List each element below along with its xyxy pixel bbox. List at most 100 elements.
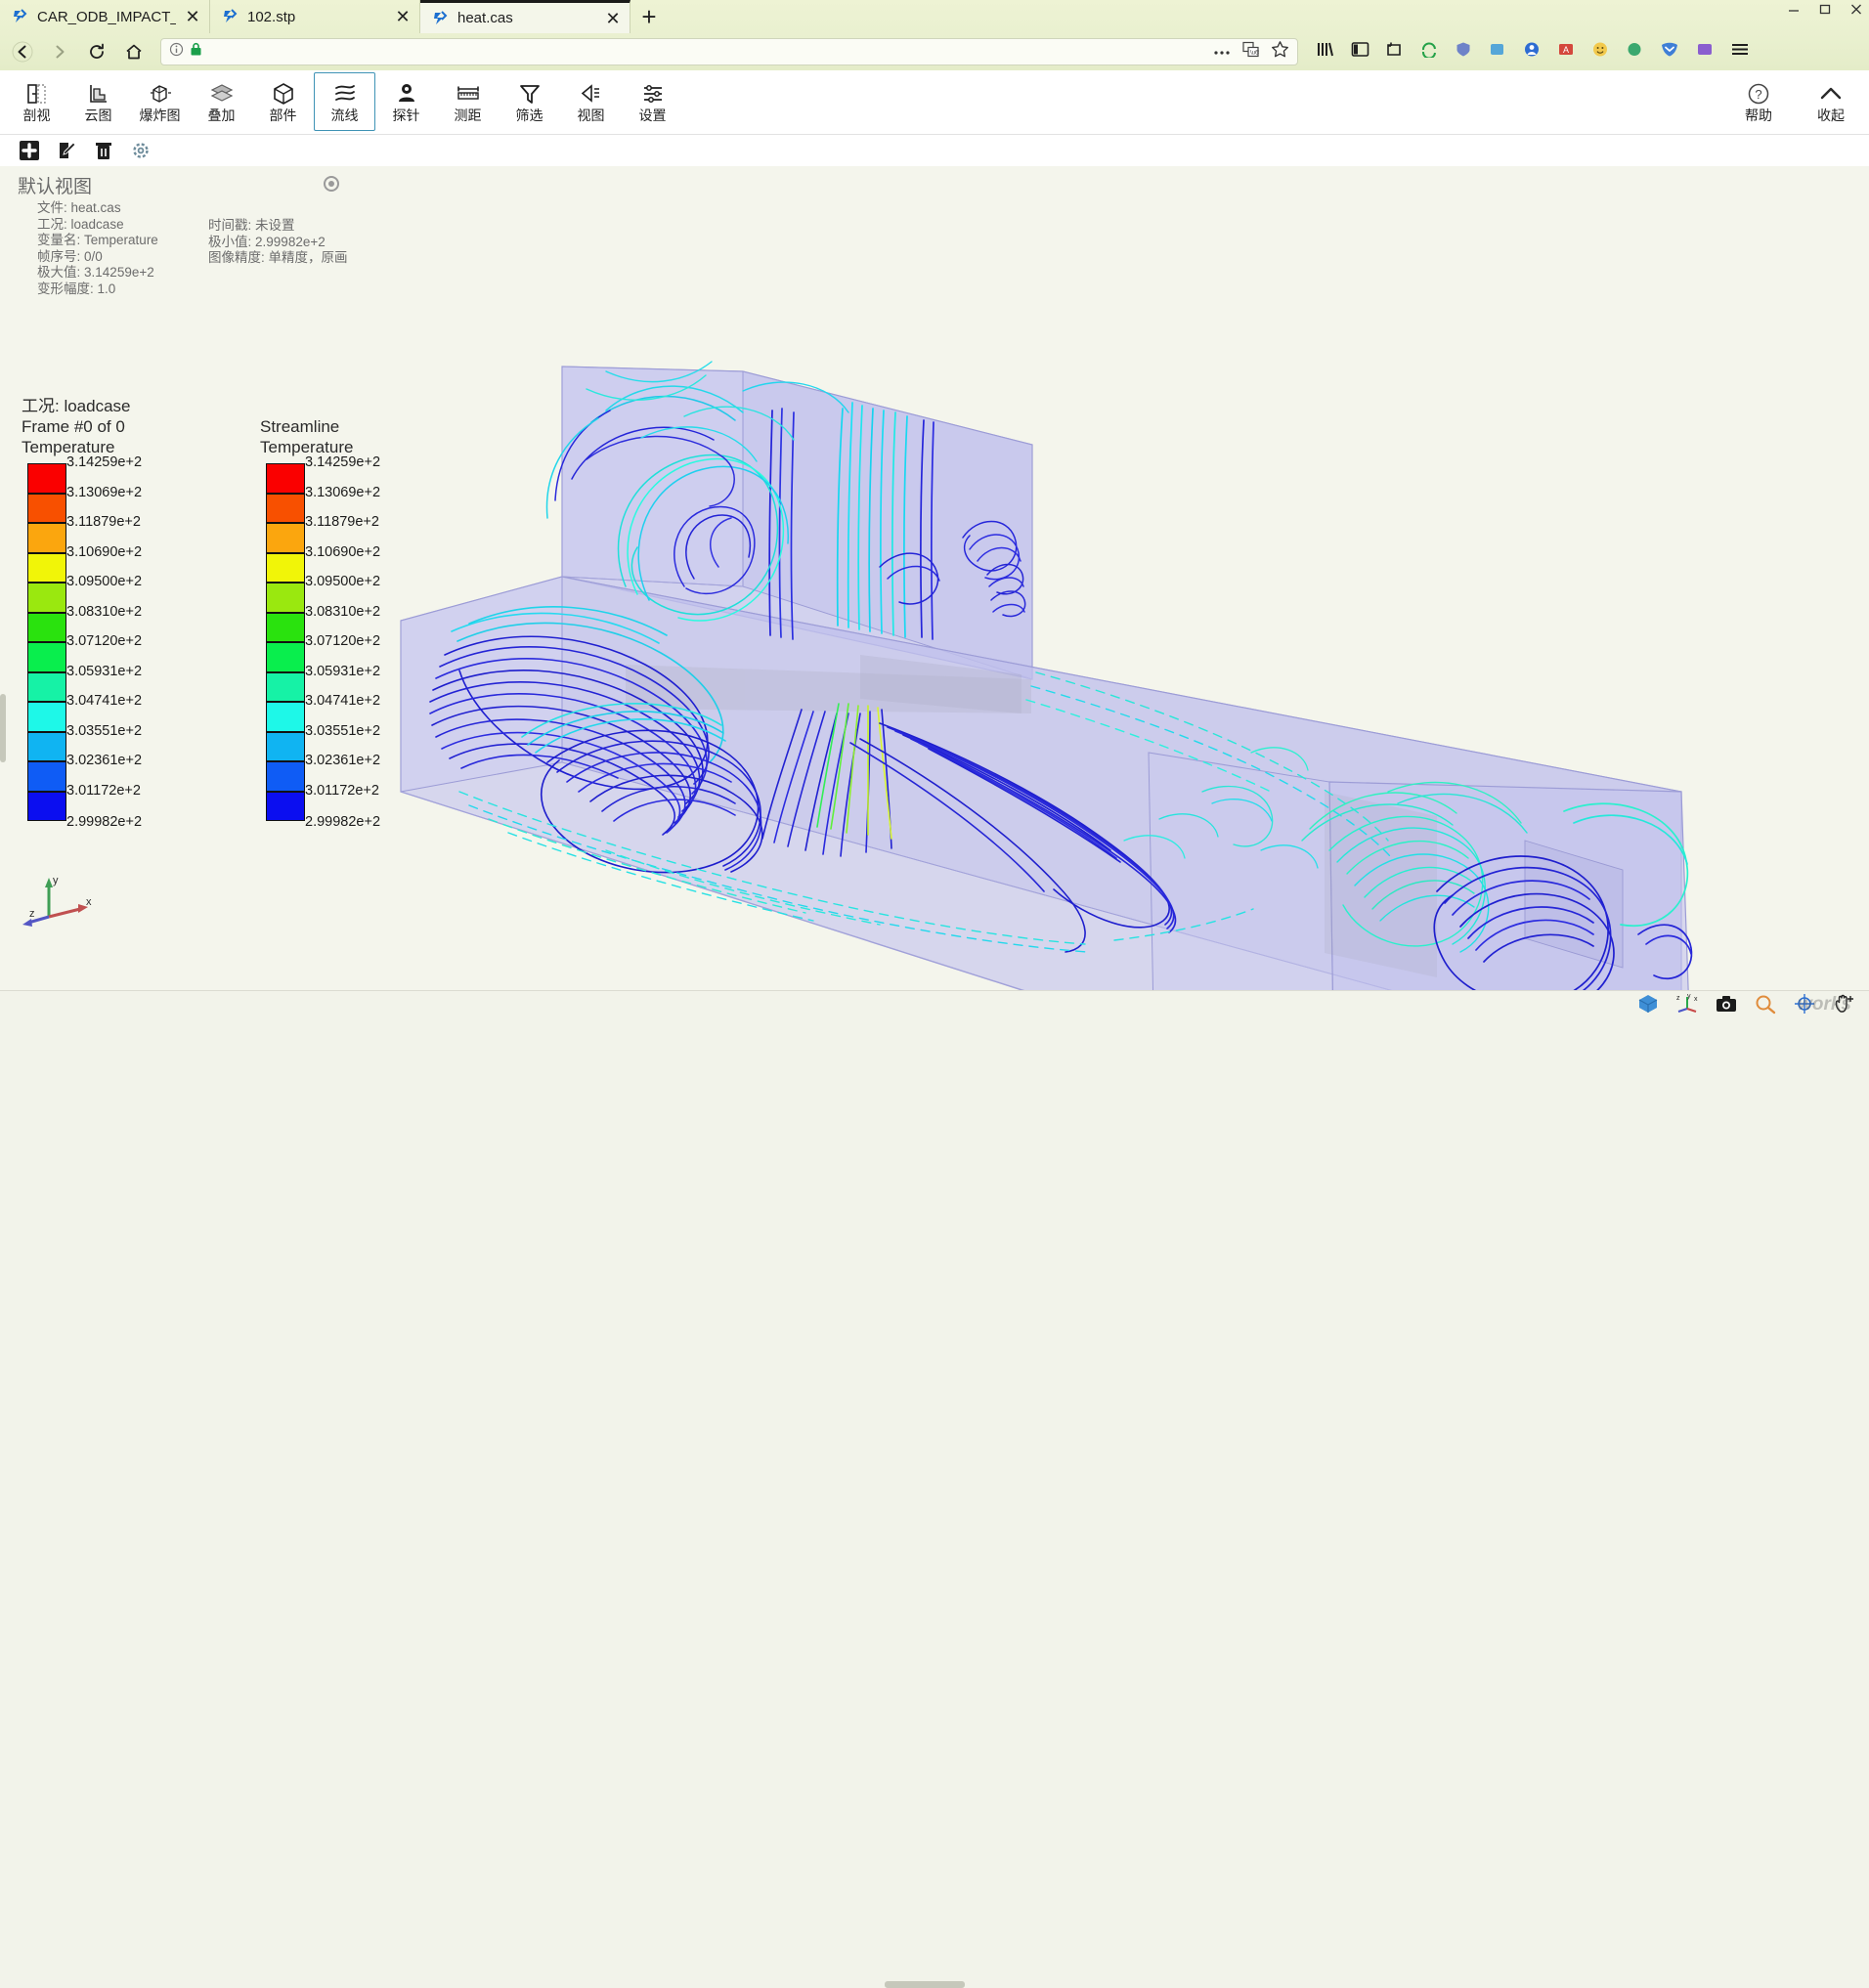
back-icon[interactable] (6, 37, 39, 66)
ribbon-item-parts[interactable]: 部件 (252, 72, 314, 131)
help-icon: ? (1747, 80, 1770, 107)
viewport-scrollbar-horizontal[interactable] (0, 1981, 1869, 1988)
star-icon[interactable] (1271, 40, 1289, 64)
ribbon-item-exploded-view[interactable]: 爆炸图 (129, 72, 191, 131)
pocket-icon[interactable] (1660, 41, 1679, 63)
reader-icon[interactable]: A (1557, 41, 1575, 63)
container-icon[interactable] (1626, 41, 1643, 63)
puzzle-icon[interactable] (1489, 41, 1506, 63)
center-button[interactable] (1793, 993, 1816, 1015)
legend-tick: 3.03551e+2 (66, 722, 143, 739)
axis-label-z: z (29, 908, 35, 920)
pan-button[interactable] (1832, 993, 1855, 1015)
snapshot-button[interactable] (1715, 993, 1738, 1015)
svg-text:y: y (1687, 993, 1691, 1000)
lock-icon[interactable] (190, 42, 202, 62)
edit-streamline-button[interactable] (55, 139, 78, 162)
shield-icon[interactable] (1455, 41, 1472, 63)
info-label: 极大值: (37, 265, 81, 280)
app-favicon-icon (12, 8, 29, 25)
navigation-bar: \u6587 (0, 33, 1869, 70)
legend-tick: 3.02361e+2 (66, 753, 143, 768)
emoji-icon[interactable] (1591, 41, 1609, 63)
legend-row: 3.01172e+2 2.99982e+2 (260, 783, 436, 830)
maximize-button[interactable] (1816, 2, 1834, 16)
ribbon-item-view[interactable]: 视图 (560, 72, 622, 131)
scrollbar-thumb[interactable] (885, 1981, 965, 1988)
legend-tick: 3.11879e+2 (66, 514, 141, 530)
browser-tab[interactable]: CAR_ODB_IMPACT_D3PLOT_ ✕ (0, 0, 210, 33)
model-view-button[interactable] (1636, 993, 1660, 1015)
browser-tab-active[interactable]: heat.cas ✕ (420, 0, 630, 33)
view-info-right-column: 时间戳: 未设置 极小值: 2.99982e+2 图像精度: 单精度，原画 (208, 218, 369, 267)
tab-close-button[interactable]: ✕ (604, 10, 622, 27)
add-streamline-button[interactable] (18, 139, 41, 162)
ribbon-item-filter[interactable]: 筛选 (499, 72, 560, 131)
translate-icon[interactable]: \u6587 (1242, 41, 1269, 63)
svg-text:\u6587: \u6587 (1250, 51, 1259, 57)
home-icon[interactable] (117, 37, 151, 66)
streamline-settings-button[interactable] (129, 139, 152, 162)
streamline-colorbar[interactable]: 3.14259e+2 3.13069e+2 3.11879e+2 3.10690… (260, 454, 436, 830)
legend-tick: 3.13069e+2 (305, 484, 381, 500)
tab-title: heat.cas (457, 10, 513, 26)
legend-swatch (266, 612, 305, 642)
app-favicon-icon (432, 10, 450, 27)
collapse-button[interactable]: 收起 (1803, 72, 1859, 131)
application-ribbon: 剖视 云图 爆炸图 叠加 部件 流线 探针 测距 筛选 视图 设置 ? 帮助 收… (0, 70, 1869, 135)
viewport-scrollbar-vertical[interactable] (0, 694, 6, 762)
legend-swatch (266, 761, 305, 792)
extension-icon[interactable] (1696, 41, 1714, 63)
address-bar[interactable]: \u6587 (160, 38, 1298, 65)
legend-swatch (27, 702, 66, 732)
legend-colorbar[interactable]: 3.14259e+2 3.13069e+2 3.11879e+2 3.10690… (22, 454, 197, 830)
close-button[interactable] (1847, 2, 1865, 16)
ribbon-item-streamline[interactable]: 流线 (314, 72, 375, 131)
ellipsis-icon[interactable] (1213, 43, 1231, 61)
view-target-icon[interactable] (324, 176, 339, 192)
ribbon-item-overlay[interactable]: 叠加 (191, 72, 252, 131)
info-row-variable: 变量名: Temperature (37, 233, 208, 249)
streamline-sub-toolbar (0, 135, 1869, 166)
help-button[interactable]: ? 帮助 (1730, 72, 1787, 131)
info-row-file: 文件: heat.cas (37, 200, 208, 217)
axis-label-y: y (53, 875, 59, 886)
legend-swatch (266, 463, 305, 494)
legend-tick-min: 2.99982e+2 (66, 814, 143, 830)
legend-swatch (27, 493, 66, 523)
info-row-timestamp: 时间戳: 未设置 (208, 218, 369, 235)
3d-viewport[interactable]: 默认视图 文件: heat.cas 工况: loadcase 变量名: Temp… (0, 166, 1869, 990)
browser-tab[interactable]: 102.stp ✕ (210, 0, 420, 33)
status-bar: zxy works (0, 990, 1869, 1988)
sync-icon[interactable] (1420, 41, 1438, 63)
zoom-button[interactable] (1754, 993, 1777, 1015)
ribbon-item-settings[interactable]: 设置 (622, 72, 683, 131)
ribbon-item-section-view[interactable]: 剖视 (6, 72, 67, 131)
tab-strip: CAR_ODB_IMPACT_D3PLOT_ ✕ 102.stp ✕ heat.… (0, 0, 1869, 33)
new-tab-button[interactable]: + (630, 0, 668, 33)
axis-toggle-button[interactable]: z xy (1675, 993, 1699, 1015)
tab-close-button[interactable]: ✕ (394, 8, 412, 25)
ribbon-item-measure[interactable]: 测距 (437, 72, 499, 131)
minimize-button[interactable] (1785, 2, 1803, 16)
legend-swatch (27, 642, 66, 672)
page-info-icon[interactable] (169, 42, 184, 62)
delete-streamline-button[interactable] (92, 139, 115, 162)
ribbon-item-contour-plot[interactable]: 云图 (67, 72, 129, 131)
menu-icon[interactable] (1730, 41, 1750, 63)
legend-tick: 3.08310e+2 (305, 603, 381, 620)
forward-icon[interactable] (43, 37, 76, 66)
probe-icon (393, 80, 420, 107)
screenshot-icon[interactable] (1386, 41, 1404, 63)
urlbar-actions: \u6587 (1213, 40, 1289, 64)
library-icon[interactable] (1316, 41, 1334, 63)
ribbon-item-probe[interactable]: 探针 (375, 72, 437, 131)
account-icon[interactable] (1523, 41, 1541, 63)
reload-icon[interactable] (80, 37, 113, 66)
legend-swatch (27, 463, 66, 494)
sidebar-icon[interactable] (1351, 41, 1369, 63)
tab-close-button[interactable]: ✕ (184, 8, 201, 25)
settings-icon (639, 80, 667, 107)
info-label: 时间戳: (208, 218, 252, 233)
view-info-card: 默认视图 文件: heat.cas 工况: loadcase 变量名: Temp… (18, 172, 348, 296)
